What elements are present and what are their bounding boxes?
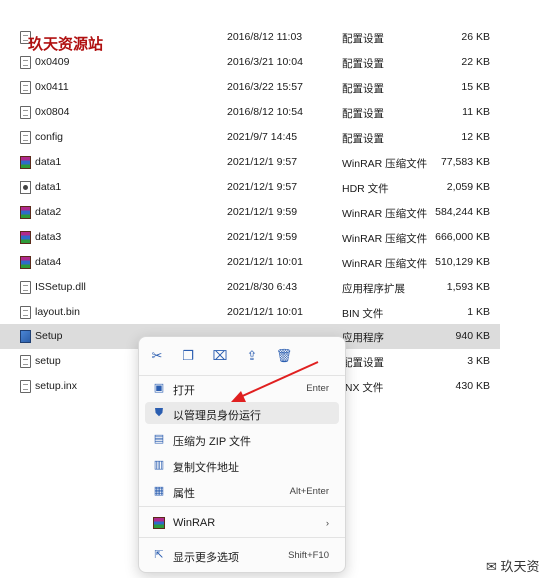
wechat-icon: ✉ [486, 559, 497, 574]
annotation-arrow [231, 361, 319, 402]
wechat-text: 玖天资 [500, 559, 540, 574]
wechat-watermark: ✉ 玖天资 [486, 556, 540, 575]
